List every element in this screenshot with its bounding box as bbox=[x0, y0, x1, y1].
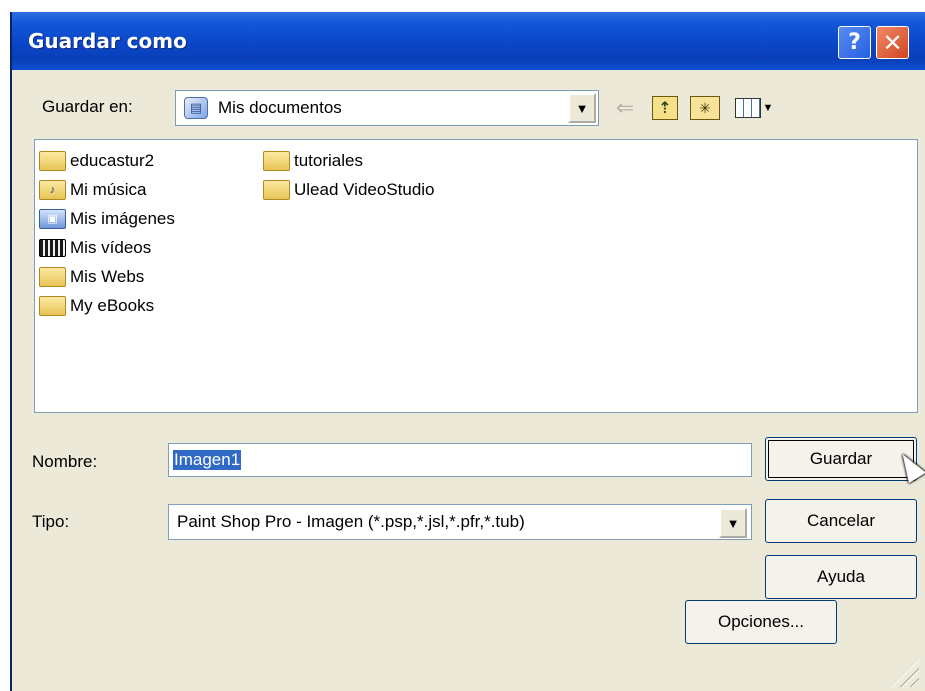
help-button[interactable]: Ayuda bbox=[765, 555, 917, 599]
file-type-label: Tipo: bbox=[32, 512, 70, 531]
cancel-button[interactable]: Cancelar bbox=[765, 499, 917, 543]
view-grid-icon bbox=[734, 98, 761, 118]
new-folder-icon[interactable]: ✳ bbox=[690, 96, 720, 120]
look-in-dropdown[interactable]: ▤ Mis documentos ▼ bbox=[175, 90, 599, 126]
list-item[interactable]: ▣ Mis imágenes bbox=[39, 204, 175, 233]
view-dropdown-arrow-icon: ▼ bbox=[762, 102, 774, 114]
file-list-column-2: tutoriales Ulead VideoStudio bbox=[263, 146, 435, 204]
list-item[interactable]: Mis vídeos bbox=[39, 233, 175, 262]
chevron-down-icon[interactable]: ▼ bbox=[568, 93, 596, 123]
file-name: Mis Webs bbox=[70, 266, 145, 286]
dialog-title: Guardar como bbox=[28, 29, 187, 53]
list-item[interactable]: Ulead VideoStudio bbox=[263, 175, 435, 204]
list-item[interactable]: educastur2 bbox=[39, 146, 175, 175]
save-as-dialog: Guardar como ? ✕ Guardar en: ▤ Mis docum… bbox=[10, 12, 925, 691]
file-name-value: Imagen1 bbox=[173, 450, 242, 470]
look-in-value: Mis documentos bbox=[218, 98, 342, 117]
back-arrow-icon[interactable]: ⇐ bbox=[612, 95, 638, 120]
file-name: My eBooks bbox=[70, 295, 155, 315]
file-name: educastur2 bbox=[70, 150, 155, 170]
title-bar[interactable]: Guardar como ? ✕ bbox=[12, 12, 925, 70]
music-folder-icon: ♪ bbox=[39, 179, 66, 200]
file-list-column-1: educastur2 ♪ Mi música ▣ Mis imágenes Mi… bbox=[39, 146, 175, 320]
resize-grip[interactable] bbox=[891, 659, 919, 687]
look-in-label: Guardar en: bbox=[42, 97, 133, 116]
list-item[interactable]: ♪ Mi música bbox=[39, 175, 175, 204]
up-folder-icon[interactable]: ⇡ bbox=[652, 96, 678, 120]
folder-icon bbox=[39, 295, 66, 316]
file-name-label: Nombre: bbox=[32, 452, 98, 471]
help-icon: ? bbox=[848, 30, 861, 55]
file-type-dropdown[interactable]: Paint Shop Pro - Imagen (*.psp,*.jsl,*.p… bbox=[168, 504, 752, 540]
list-item[interactable]: My eBooks bbox=[39, 291, 175, 320]
file-name: Ulead VideoStudio bbox=[294, 179, 435, 199]
options-button[interactable]: Opciones... bbox=[685, 600, 837, 644]
folder-icon bbox=[39, 150, 66, 171]
close-button[interactable]: ✕ bbox=[876, 26, 909, 59]
close-icon: ✕ bbox=[882, 28, 903, 57]
pictures-folder-icon: ▣ bbox=[39, 208, 66, 229]
view-menu-icon[interactable]: ▼ bbox=[734, 97, 774, 119]
file-name: Mis imágenes bbox=[70, 208, 175, 228]
file-name: tutoriales bbox=[294, 150, 363, 170]
file-list[interactable]: educastur2 ♪ Mi música ▣ Mis imágenes Mi… bbox=[34, 139, 918, 413]
folder-icon bbox=[263, 179, 290, 200]
list-item[interactable]: Mis Webs bbox=[39, 262, 175, 291]
my-documents-icon: ▤ bbox=[184, 97, 208, 119]
file-name: Mis vídeos bbox=[70, 237, 152, 257]
file-type-value: Paint Shop Pro - Imagen (*.psp,*.jsl,*.p… bbox=[177, 512, 525, 531]
chevron-down-icon[interactable]: ▼ bbox=[719, 508, 747, 538]
folder-icon bbox=[263, 150, 290, 171]
folder-icon bbox=[39, 266, 66, 287]
list-item[interactable]: tutoriales bbox=[263, 146, 435, 175]
file-name: Mi música bbox=[70, 179, 147, 199]
help-title-button[interactable]: ? bbox=[838, 26, 871, 59]
file-name-input[interactable]: Imagen1 bbox=[168, 443, 752, 477]
videos-folder-icon bbox=[39, 238, 66, 257]
